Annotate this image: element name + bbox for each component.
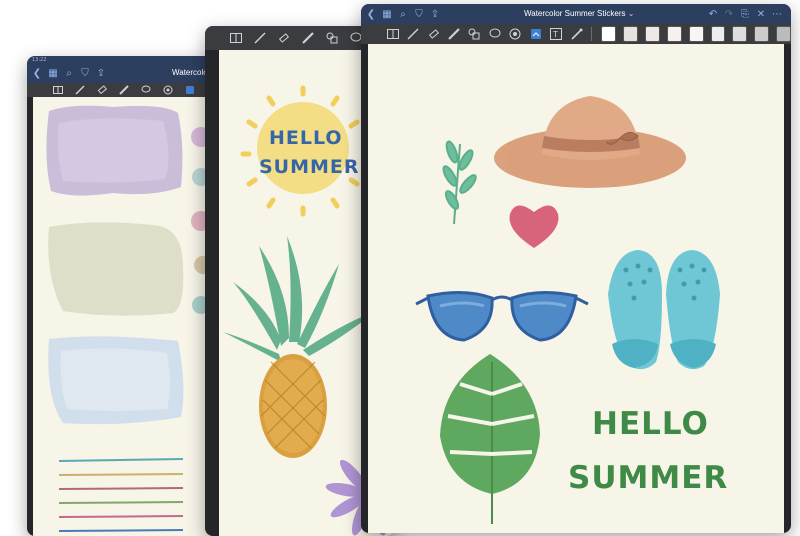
shapes-icon[interactable] (467, 25, 482, 43)
book-icon[interactable] (385, 25, 400, 43)
bookmark-icon[interactable]: ⛉ (411, 6, 427, 22)
laser-pointer-icon[interactable] (569, 25, 584, 43)
back-icon[interactable]: ❮ (29, 65, 45, 81)
sticker-icon[interactable] (528, 25, 543, 43)
sticker-swatch-7[interactable] (754, 26, 770, 42)
middle-hello-text: HELLO (269, 127, 343, 149)
shapes-icon[interactable] (323, 29, 341, 47)
image-icon[interactable] (508, 25, 523, 43)
front-title-text: Watercolor Summer Stickers (524, 9, 626, 18)
pen-icon[interactable] (405, 25, 420, 43)
sticker-swatch-4[interactable] (688, 26, 704, 42)
sticker-swatch-1[interactable] (623, 26, 638, 42)
monstera-leaf-sticker (440, 354, 540, 524)
search-icon[interactable]: ⌕ (395, 6, 411, 22)
highlighter-icon[interactable] (446, 25, 461, 43)
lasso-icon[interactable] (487, 25, 502, 43)
grid-icon[interactable]: ▦ (379, 6, 395, 22)
search-icon[interactable]: ⌕ (61, 65, 77, 81)
left-status-time: 13:22 (32, 57, 47, 63)
front-page: HELLO SUMMER (368, 44, 784, 533)
front-tablet: ❮ ▦ ⌕ ⛉ ⇪ Watercolor Summer Stickers ⌄ ↶… (361, 4, 791, 533)
svg-text:T: T (552, 30, 558, 39)
front-toolbar: T (361, 24, 791, 44)
sunglasses-sticker (415, 290, 589, 342)
text-icon[interactable]: T (549, 25, 564, 43)
front-summer-text: SUMMER (568, 460, 729, 496)
chevron-down-icon: ⌄ (627, 9, 635, 18)
left-nav-bar: 13:22 ❮ ▦ ⌕ ⛉ ⇪ Watercolor (27, 56, 227, 83)
book-icon[interactable] (227, 29, 245, 47)
sticker-thumb-icon[interactable] (601, 26, 617, 42)
grid-icon[interactable]: ▦ (45, 65, 61, 81)
clogs-sticker (608, 250, 720, 370)
back-icon[interactable]: ❮ (363, 6, 379, 22)
export-icon[interactable]: ⎘ (737, 6, 753, 22)
sticker-swatch-5[interactable] (710, 26, 726, 42)
eraser-icon[interactable] (426, 25, 441, 43)
left-page-artwork (46, 105, 212, 532)
sun-hat-sticker (494, 96, 686, 188)
front-hello-text: HELLO (592, 406, 709, 442)
close-icon[interactable]: ✕ (753, 6, 769, 22)
highlighter-icon[interactable] (299, 29, 317, 47)
toolbar-divider (591, 27, 593, 41)
bookmark-icon[interactable]: ⛉ (77, 65, 93, 81)
sticker-swatch-6[interactable] (732, 26, 748, 42)
sticker-swatch-3[interactable] (666, 26, 682, 42)
left-tablet: 13:22 ❮ ▦ ⌕ ⛉ ⇪ Watercolor (27, 56, 227, 536)
sticker-swatch-8[interactable] (776, 26, 791, 42)
undo-icon[interactable]: ↶ (705, 6, 721, 22)
eraser-icon[interactable] (275, 29, 293, 47)
left-toolbar (27, 83, 227, 97)
share-icon[interactable]: ⇪ (93, 65, 109, 81)
sprig-sticker (442, 140, 477, 225)
sticker-swatch-2[interactable] (644, 26, 660, 42)
front-document-title[interactable]: Watercolor Summer Stickers ⌄ (524, 9, 634, 18)
left-page (33, 97, 227, 536)
front-nav-bar: ❮ ▦ ⌕ ⛉ ⇪ Watercolor Summer Stickers ⌄ ↶… (361, 4, 791, 24)
more-icon[interactable]: ⋯ (769, 6, 785, 22)
middle-summer-text: SUMMER (259, 156, 360, 178)
pen-icon[interactable] (251, 29, 269, 47)
redo-icon[interactable]: ↷ (721, 6, 737, 22)
heart-sticker (509, 205, 559, 248)
share-icon[interactable]: ⇪ (427, 6, 443, 22)
